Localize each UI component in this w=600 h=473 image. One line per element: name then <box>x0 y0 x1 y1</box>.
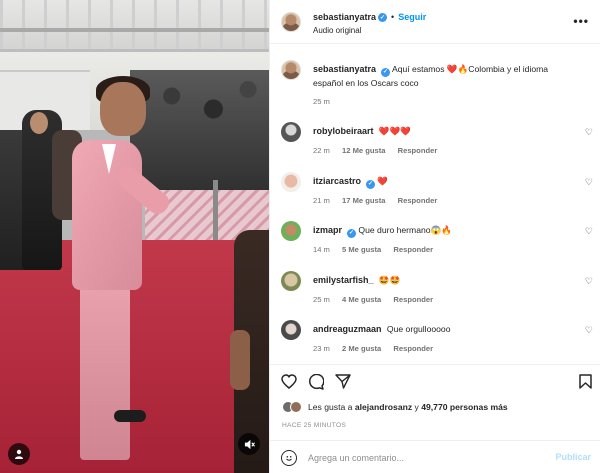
comment-meta: 25 m 4 Me gusta Responder <box>313 295 443 304</box>
likes-user[interactable]: alejandrosanz <box>355 402 412 412</box>
verified-icon: ✓ <box>366 179 376 189</box>
comment-body: itziarcastro ✓ ❤️ <box>313 175 575 189</box>
follow-button[interactable]: Seguir <box>398 12 426 22</box>
emoji-icon[interactable] <box>281 450 297 466</box>
comment-username[interactable]: itziarcastro <box>313 176 361 186</box>
likes-prefix: Les gusta a <box>308 402 353 412</box>
post-video[interactable] <box>0 0 269 473</box>
add-comment-bar: Publicar <box>270 440 600 473</box>
liker-avatar <box>290 401 302 413</box>
comment-time: 21 m <box>313 196 330 205</box>
scene-man-left-head <box>30 112 48 134</box>
publish-button[interactable]: Publicar <box>555 452 591 462</box>
comment-avatar[interactable] <box>281 221 301 241</box>
verified-icon: ✓ <box>381 67 391 77</box>
reply-button[interactable]: Responder <box>393 344 433 353</box>
comment-avatar[interactable] <box>281 271 301 291</box>
comment-like-heart-icon[interactable]: ♡ <box>585 325 593 336</box>
comment-like-heart-icon[interactable]: ♡ <box>585 226 593 237</box>
author-avatar[interactable] <box>281 12 301 32</box>
share-icon[interactable] <box>335 374 351 392</box>
liker-avatars[interactable] <box>282 401 302 413</box>
mute-icon[interactable] <box>238 433 260 455</box>
comment-time: 25 m <box>313 295 330 304</box>
comment-likes[interactable]: 2 Me gusta <box>342 344 381 353</box>
caption-meta: 25 m <box>313 97 340 106</box>
audio-link[interactable]: Audio original <box>313 26 361 35</box>
caption-avatar[interactable] <box>281 60 301 80</box>
comment-like-heart-icon[interactable]: ♡ <box>585 276 593 287</box>
comment-avatar[interactable] <box>281 320 301 340</box>
comment-like-heart-icon[interactable]: ♡ <box>585 127 593 138</box>
comment-meta: 23 m 2 Me gusta Responder <box>313 344 443 353</box>
heart-icon[interactable] <box>281 374 297 392</box>
author-username[interactable]: sebastianyatra <box>313 12 376 22</box>
comment-avatar[interactable] <box>281 172 301 192</box>
reply-button[interactable]: Responder <box>393 295 433 304</box>
comment-likes[interactable]: 4 Me gusta <box>342 295 381 304</box>
comment-time: 22 m <box>313 146 330 155</box>
suit-legs <box>80 280 130 460</box>
comment-username[interactable]: robylobeiraart <box>313 126 374 136</box>
comment-body: andreaguzmaan Que orgullooooo <box>313 323 575 335</box>
post-timestamp[interactable]: HACE 25 MINUTOS <box>282 422 346 429</box>
author-row: sebastianyatra ✓ • Seguir <box>313 12 426 22</box>
comment-text: Que orgullooooo <box>386 324 451 334</box>
comment-text: ❤️❤️❤️ <box>378 126 412 136</box>
comment-meta: 22 m 12 Me gusta Responder <box>313 146 447 155</box>
comment-input[interactable] <box>308 449 548 467</box>
likes-connector: y <box>414 402 419 412</box>
likes-count[interactable]: 49,770 personas más <box>421 402 507 412</box>
likes-summary: Les gusta a alejandrosanz y 49,770 perso… <box>282 401 508 413</box>
comment-body: izmapr ✓ Que duro hermano😱🔥 <box>313 224 575 238</box>
verified-icon: ✓ <box>378 12 388 22</box>
caption-body: sebastianyatra ✓ Aquí estamos ❤️🔥Colombia… <box>313 63 575 89</box>
reply-button[interactable]: Responder <box>398 196 438 205</box>
comment-body: robylobeiraart ❤️❤️❤️ <box>313 125 575 137</box>
user-tag-icon[interactable] <box>8 443 30 465</box>
red-carpet-photo <box>0 0 269 473</box>
caption-time: 25 m <box>313 97 330 106</box>
comment-icon[interactable] <box>308 373 325 393</box>
reply-button[interactable]: Responder <box>398 146 438 155</box>
scene-head <box>100 82 146 136</box>
post-header: sebastianyatra ✓ • Seguir Audio original… <box>270 0 600 44</box>
comment-meta: 21 m 17 Me gusta Responder <box>313 196 447 205</box>
caption-username[interactable]: sebastianyatra <box>313 64 376 74</box>
bookmark-icon[interactable] <box>579 374 592 392</box>
comment-body: emilystarfish_ 🤩🤩 <box>313 274 575 286</box>
comment-text: ❤️ <box>377 176 389 186</box>
comment-text: Que duro hermano😱🔥 <box>358 225 452 235</box>
comment-username[interactable]: izmapr <box>313 225 342 235</box>
comment-meta: 14 m 5 Me gusta Responder <box>313 245 443 254</box>
scene-shoe <box>114 410 146 422</box>
comment-username[interactable]: andreaguzmaan <box>313 324 382 334</box>
separator-dot: • <box>391 12 395 22</box>
comment-text: 🤩🤩 <box>378 275 401 285</box>
reply-button[interactable]: Responder <box>393 245 433 254</box>
comment-likes[interactable]: 17 Me gusta <box>342 196 385 205</box>
comment-like-heart-icon[interactable]: ♡ <box>585 177 593 188</box>
verified-icon: ✓ <box>347 228 357 238</box>
comment-likes[interactable]: 12 Me gusta <box>342 146 385 155</box>
comments-list: sebastianyatra ✓ Aquí estamos ❤️🔥Colombia… <box>270 52 600 364</box>
scene-right-arm <box>230 330 250 390</box>
scene-truss <box>0 0 269 52</box>
post-actions: Les gusta a alejandrosanz y 49,770 perso… <box>270 364 600 473</box>
comment-likes[interactable]: 5 Me gusta <box>342 245 381 254</box>
comment-avatar[interactable] <box>281 122 301 142</box>
comment-time: 14 m <box>313 245 330 254</box>
more-options-icon[interactable]: ••• <box>573 14 589 28</box>
comment-time: 23 m <box>313 344 330 353</box>
post-side-panel: sebastianyatra ✓ • Seguir Audio original… <box>269 0 600 473</box>
comment-username[interactable]: emilystarfish_ <box>313 275 374 285</box>
scene-truss-bar <box>0 28 269 32</box>
